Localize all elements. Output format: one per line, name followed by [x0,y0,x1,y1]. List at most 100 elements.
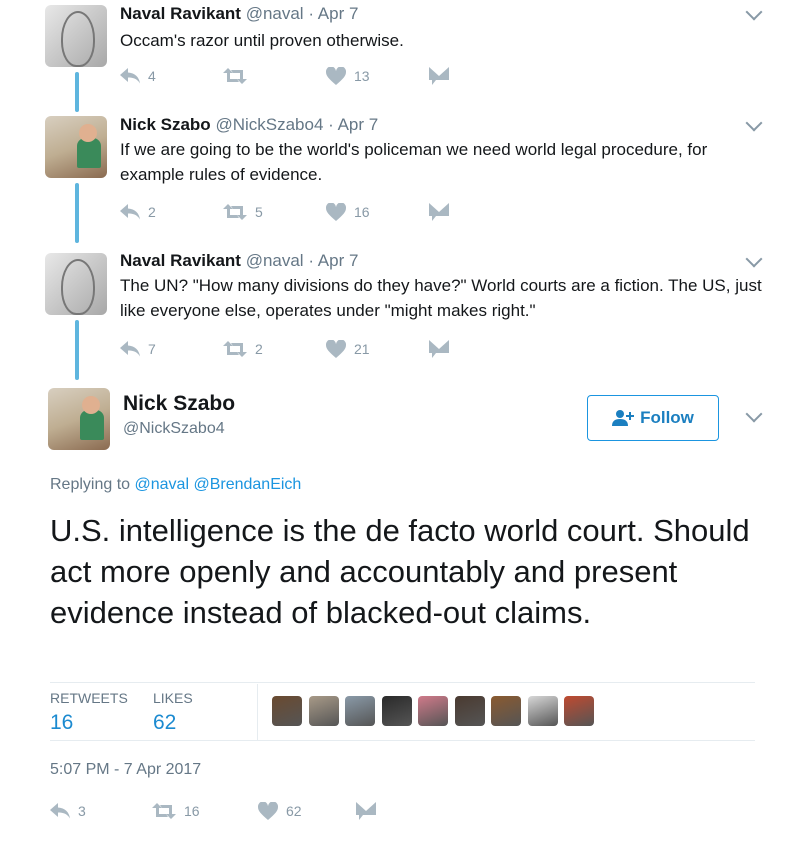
like-button[interactable]: 21 [326,340,429,358]
tweet-date[interactable]: · Apr 7 [328,115,378,134]
retweets-label: RETWEETS [50,690,128,706]
likes-value: 62 [153,711,177,734]
reply-count: 3 [78,803,86,819]
follow-button[interactable]: Follow [587,395,719,441]
replying-prefix: Replying to [50,476,131,493]
avatar-nick-szabo[interactable] [45,116,107,178]
message-button[interactable] [356,802,376,820]
heart-icon [326,67,346,85]
message-button[interactable] [429,340,449,358]
retweet-count: 5 [255,204,263,220]
liker-avatar[interactable] [454,696,485,726]
tweet-text: Occam's razor until proven otherwise. [120,31,404,50]
reply-button[interactable]: 3 [50,803,152,819]
add-user-icon [612,410,635,426]
message-button[interactable] [429,67,449,85]
envelope-icon [429,203,449,221]
liker-avatar[interactable] [527,696,558,726]
tweet-actions: 4 13 [120,66,449,86]
liker-avatar[interactable] [272,696,302,726]
replying-to: Replying to @naval @BrendanEich [50,476,301,494]
thread-line [75,320,79,380]
reply-icon [120,68,140,84]
message-button[interactable] [429,203,449,221]
like-count: 16 [354,204,370,220]
thread-line [75,72,79,112]
heart-icon [326,203,346,221]
reply-count: 2 [148,204,156,220]
reply-count: 7 [148,341,156,357]
reply-button[interactable]: 4 [120,68,223,84]
like-count: 62 [286,803,302,819]
tweet-header: Naval Ravikant @naval · Apr 7 [120,4,358,24]
liker-avatar[interactable] [308,696,339,726]
avatar-naval[interactable] [45,5,107,67]
liker-avatar[interactable] [345,696,375,726]
mention-link[interactable]: @BrendanEich [193,476,301,493]
retweet-button[interactable]: 16 [152,803,258,819]
heart-icon [326,340,346,358]
like-button[interactable]: 13 [326,67,429,85]
heart-icon [258,802,278,820]
divider [50,682,755,683]
tweet-text: The UN? "How many divisions do they have… [120,276,762,320]
retweet-button[interactable]: 5 [223,204,326,220]
divider [50,740,755,741]
chevron-down-icon[interactable] [745,405,763,423]
liker-avatar[interactable] [418,696,448,726]
like-count: 13 [354,68,370,84]
envelope-icon [429,340,449,358]
author-handle[interactable]: @NickSzabo4 [123,420,225,438]
retweet-icon [223,68,247,84]
retweets-value: 16 [50,711,74,734]
tweet-text: If we are going to be the world's police… [120,140,708,184]
chevron-down-icon[interactable] [745,250,763,268]
envelope-icon [356,802,376,820]
author-handle[interactable]: @NickSzabo4 [215,115,323,134]
likes-label: LIKES [153,690,193,706]
like-count: 21 [354,341,370,357]
reply-button[interactable]: 7 [120,341,223,357]
tweet-header: Naval Ravikant @naval · Apr 7 [120,251,358,271]
tweet-header: Nick Szabo @NickSzabo4 · Apr 7 [120,115,378,135]
chevron-down-icon[interactable] [745,114,763,132]
author-handle[interactable]: @naval [246,251,304,270]
avatar-nick-szabo[interactable] [48,388,110,450]
tweet-actions: 7 2 21 [120,339,449,359]
reply-count: 4 [148,68,156,84]
like-button[interactable]: 16 [326,203,429,221]
envelope-icon [429,67,449,85]
liker-avatar[interactable] [381,696,412,726]
tweet-date[interactable]: · Apr 7 [308,4,358,23]
author-name[interactable]: Nick Szabo [120,115,211,134]
likes-stat[interactable]: LIKES 62 [153,690,193,735]
author-name[interactable]: Naval Ravikant [120,4,241,23]
retweet-icon [223,341,247,357]
retweet-icon [223,204,247,220]
reply-button[interactable]: 2 [120,204,223,220]
timestamp[interactable]: 5:07 PM - 7 Apr 2017 [50,761,201,779]
reply-icon [120,204,140,220]
avatar-naval[interactable] [45,253,107,315]
thread-line [75,183,79,243]
liker-avatar[interactable] [564,696,594,726]
tweet-actions: 2 5 16 [120,202,449,222]
retweet-icon [152,803,176,819]
retweets-stat[interactable]: RETWEETS 16 [50,690,128,735]
author-name[interactable]: Naval Ravikant [120,251,241,270]
mention-link[interactable]: @naval [135,476,190,493]
chevron-down-icon[interactable] [745,3,763,21]
author-name[interactable]: Nick Szabo [123,392,235,416]
author-handle[interactable]: @naval [246,4,304,23]
like-button[interactable]: 62 [258,802,356,820]
liker-avatar[interactable] [491,696,521,726]
follow-label: Follow [640,408,694,427]
tweet-date[interactable]: · Apr 7 [308,251,358,270]
reply-icon [120,341,140,357]
retweet-button[interactable] [223,68,326,84]
main-tweet-text: U.S. intelligence is the de facto world … [50,513,750,630]
reply-icon [50,803,70,819]
retweet-count: 16 [184,803,200,819]
retweet-button[interactable]: 2 [223,341,326,357]
main-tweet-actions: 3 16 62 [50,801,376,821]
